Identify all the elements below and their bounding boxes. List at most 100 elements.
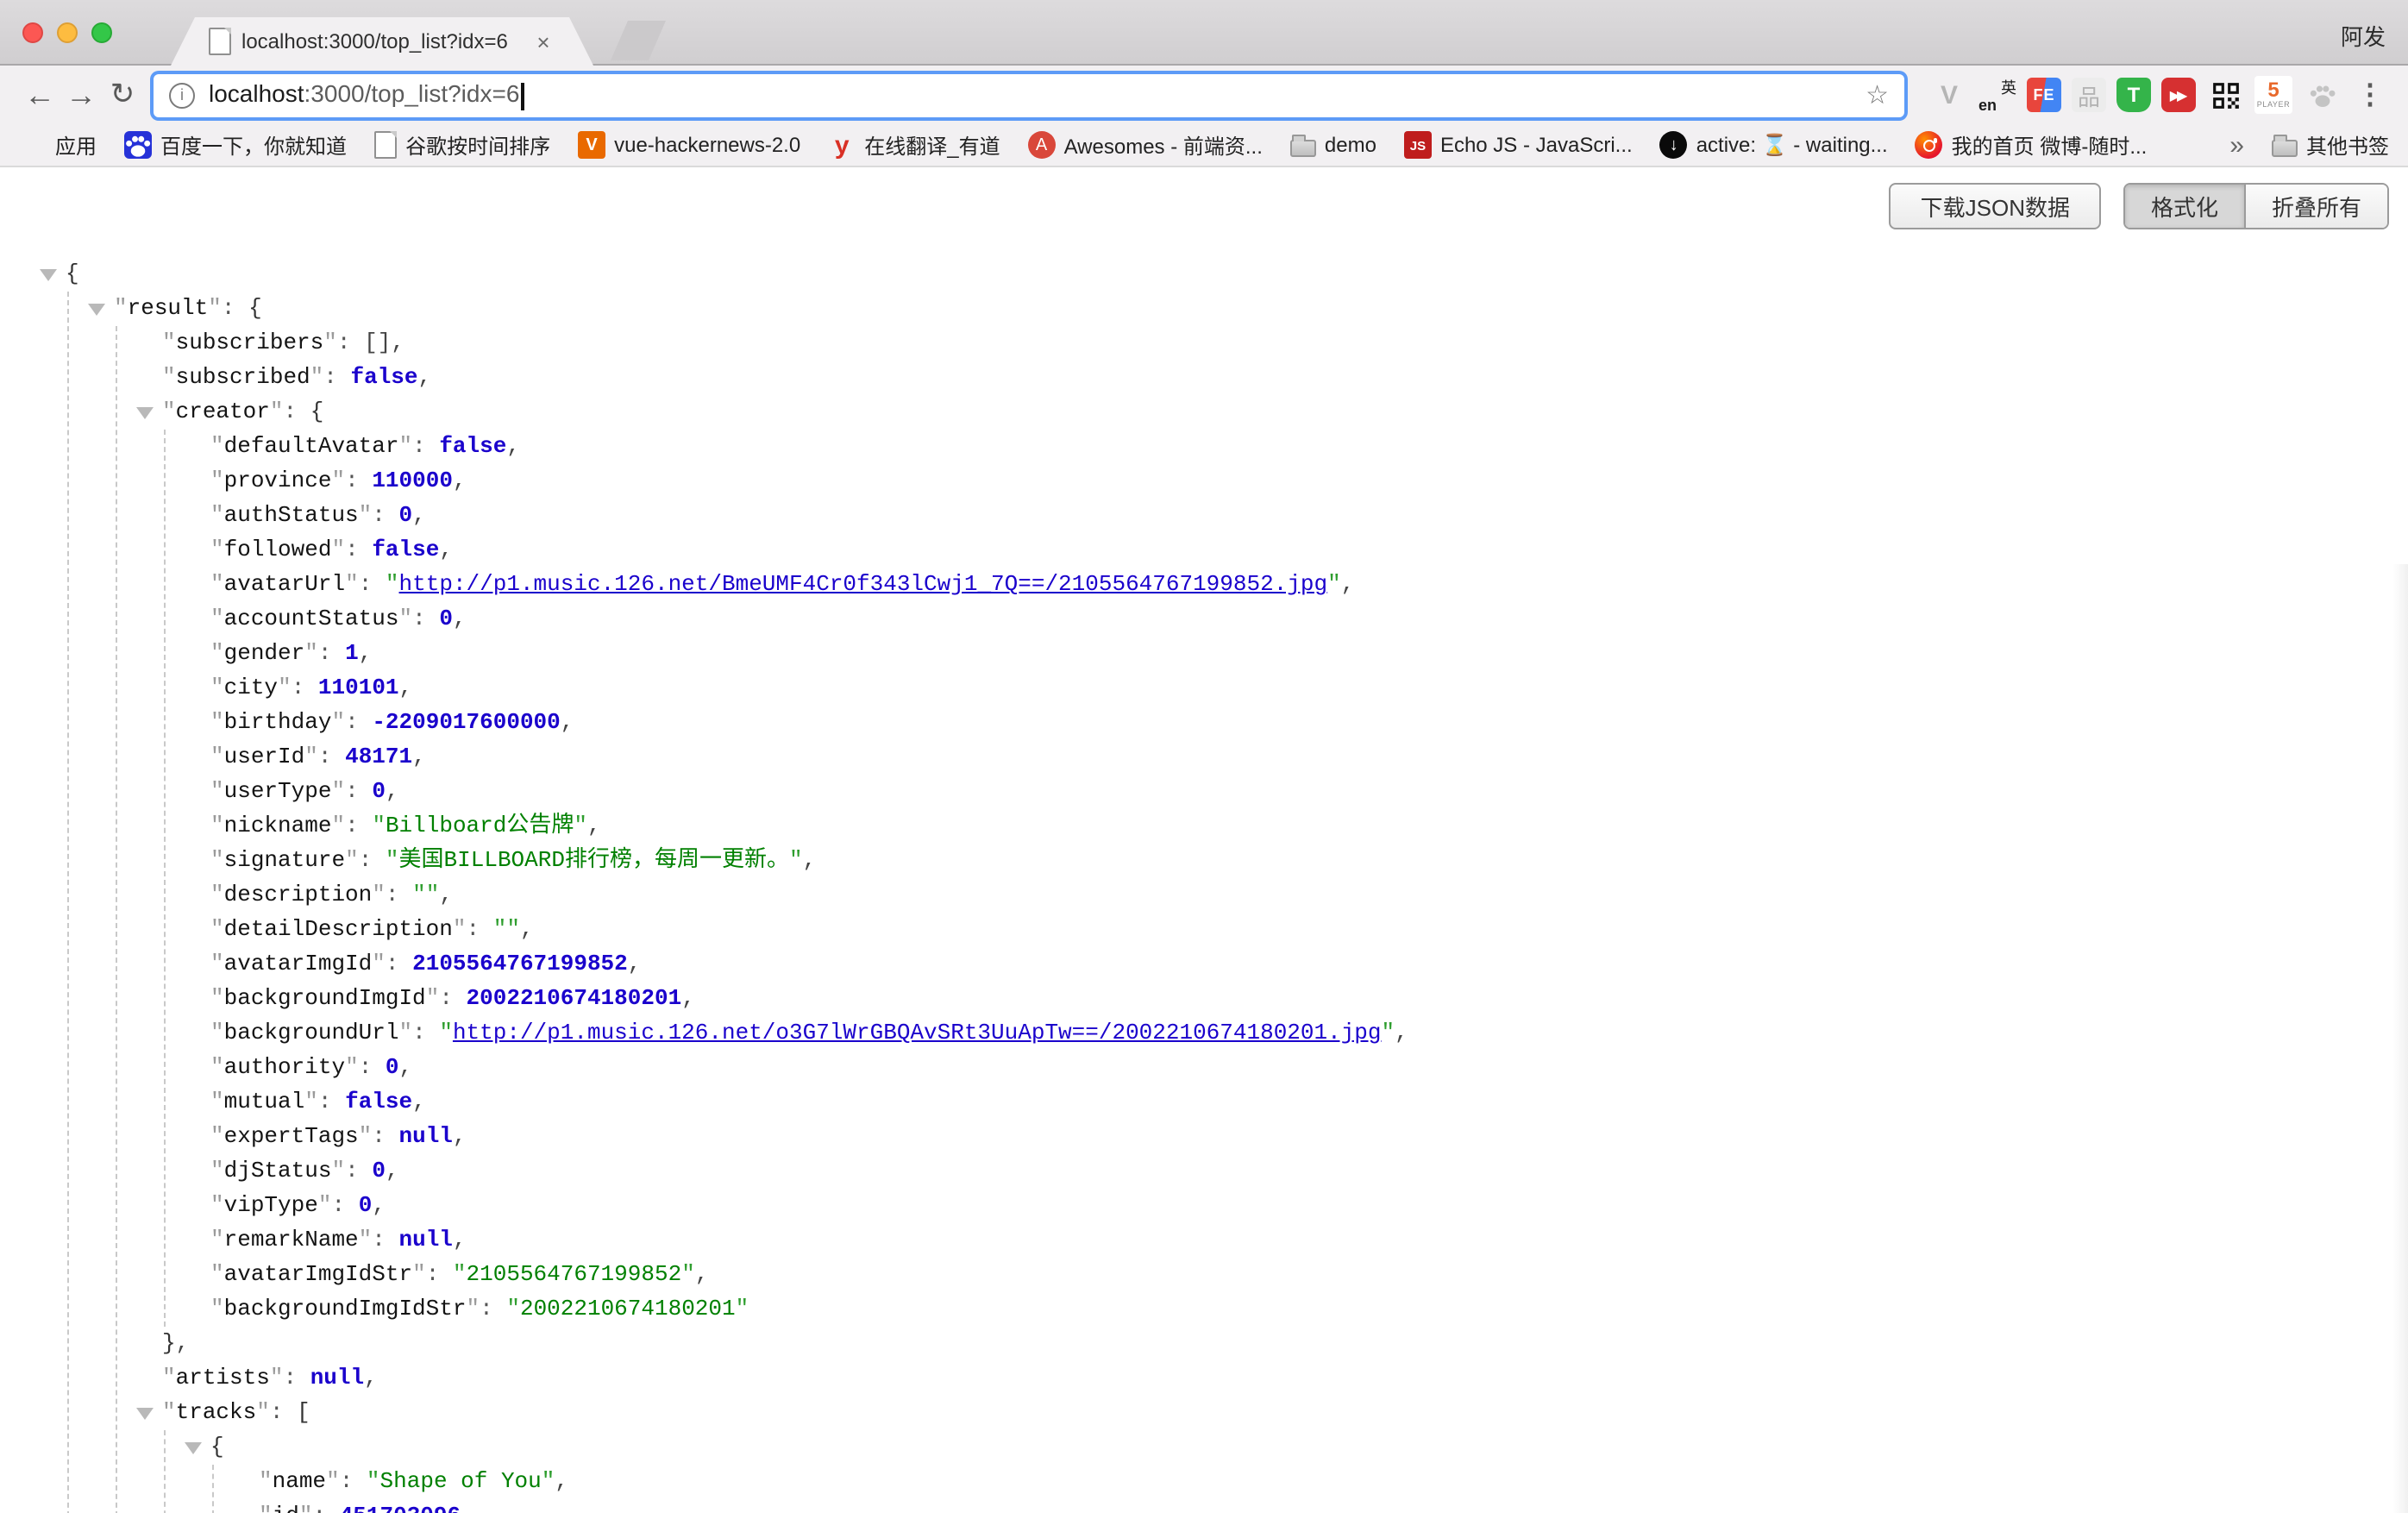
json-value: -2209017600000 — [372, 709, 560, 735]
json-link[interactable]: http://p1.music.126.net/BmeUMF4Cr0f343lC… — [399, 571, 1328, 597]
json-key: subscribers — [176, 330, 324, 355]
url-host: localhost — [209, 80, 304, 108]
qrcode-icon[interactable] — [2206, 76, 2244, 114]
collapse-all-button[interactable]: 折叠所有 — [2244, 185, 2387, 228]
json-token: " — [412, 882, 426, 907]
html5-player-icon[interactable] — [2254, 76, 2292, 114]
json-token: " — [210, 1054, 224, 1080]
json-token: : — [318, 640, 345, 666]
json-key: signature — [224, 847, 345, 873]
json-token: " — [323, 330, 337, 355]
json-token: : — [345, 778, 372, 804]
json-token: " — [270, 1365, 284, 1391]
tampermonkey-icon[interactable] — [2116, 78, 2151, 112]
bookmark-item-5[interactable]: Awesomes - 前端资... — [1028, 130, 1263, 160]
json-token: : — [340, 1468, 367, 1494]
translate-icon[interactable] — [1978, 76, 2016, 114]
json-key: expertTags — [224, 1123, 359, 1149]
bookmark-item-6[interactable]: demo — [1290, 133, 1376, 157]
close-window-button[interactable] — [22, 22, 43, 43]
json-value: 0 — [372, 778, 386, 804]
scrollbar[interactable] — [2392, 564, 2408, 1513]
collapse-arrow-icon[interactable] — [185, 1442, 202, 1454]
paw-icon[interactable] — [2303, 76, 2341, 114]
json-token: " — [210, 1296, 224, 1322]
json-key: userType — [224, 778, 332, 804]
json-key: avatarImgId — [224, 951, 373, 976]
profile-name[interactable]: 阿发 — [2341, 19, 2386, 52]
json-token: " — [398, 606, 412, 631]
json-token: , — [386, 1158, 399, 1183]
bookmark-star-icon[interactable] — [1866, 79, 1889, 110]
json-token: " — [210, 1089, 224, 1114]
page-info-icon[interactable] — [169, 82, 195, 108]
bookmark-item-9[interactable]: 我的首页 微博-随时... — [1916, 130, 2148, 160]
bookmark-label: demo — [1325, 133, 1376, 157]
collapse-arrow-icon[interactable] — [136, 1408, 154, 1420]
url-bar[interactable]: localhost:3000/top_list?idx=6 — [154, 73, 1904, 116]
json-token: : — [292, 675, 318, 700]
json-token: , — [359, 640, 373, 666]
json-link[interactable]: http://p1.music.126.net/o3G7lWrGBQAvSRt3… — [453, 1020, 1382, 1045]
bookmarks-overflow-chevron[interactable]: » — [2229, 130, 2244, 160]
bookmark-item-8[interactable]: active: ⌛ - waiting... — [1660, 131, 1888, 159]
zoom-window-button[interactable] — [91, 22, 112, 43]
vue-icon[interactable] — [1930, 76, 1968, 114]
download-json-button[interactable]: 下载JSON数据 — [1890, 183, 2101, 229]
browser-tab[interactable]: localhost:3000/top_list?idx=6 — [171, 17, 593, 66]
json-line: "followed": false, — [0, 533, 2408, 568]
json-line: "artists": null, — [0, 1361, 2408, 1396]
collapse-arrow-icon[interactable] — [88, 304, 105, 316]
new-tab-button[interactable] — [611, 21, 666, 60]
format-button[interactable]: 格式化 — [2125, 185, 2244, 228]
json-token: " — [331, 468, 345, 493]
extensions-row — [1930, 76, 2389, 114]
collapse-arrow-icon[interactable] — [40, 269, 57, 281]
bookmark-item-2[interactable]: 谷歌按时间排序 — [374, 130, 550, 160]
back-icon[interactable] — [19, 74, 60, 116]
json-key: gender — [224, 640, 305, 666]
json-token: " — [304, 640, 318, 666]
json-token: " — [210, 640, 224, 666]
json-key: nickname — [224, 813, 332, 838]
json-line: "name": "Shape of You", — [0, 1465, 2408, 1499]
json-token: { — [310, 399, 324, 424]
bookmark-item-1[interactable]: 百度一下，你就知道 — [124, 130, 347, 160]
speed-icon[interactable] — [2161, 78, 2196, 112]
sitemap-icon[interactable] — [2072, 78, 2106, 112]
json-value: 美国BILLBOARD排行榜，每周一更新。 — [399, 847, 789, 873]
page-favicon-icon — [209, 28, 231, 55]
browser-menu-icon[interactable] — [2351, 76, 2389, 114]
json-line: "expertTags": null, — [0, 1120, 2408, 1154]
json-token: : — [359, 847, 386, 873]
forward-icon[interactable] — [60, 74, 102, 116]
other-bookmarks[interactable]: 其他书签 — [2272, 130, 2389, 160]
json-token: { — [210, 1434, 224, 1460]
json-line: "backgroundImgIdStr": "2002210674180201" — [0, 1292, 2408, 1327]
json-token: : — [312, 1503, 339, 1513]
json-token: " — [359, 1227, 373, 1252]
json-token: " — [270, 399, 284, 424]
json-token: " — [736, 1296, 749, 1322]
json-token: : — [318, 744, 345, 769]
json-key: backgroundUrl — [224, 1020, 399, 1045]
json-token: , — [803, 847, 817, 873]
bookmark-item-3[interactable]: vue-hackernews-2.0 — [578, 131, 800, 159]
fe-icon[interactable] — [2027, 78, 2061, 112]
bookmark-item-0[interactable]: 应用 — [19, 130, 97, 160]
tab-close-icon[interactable] — [531, 29, 555, 53]
minimize-window-button[interactable] — [57, 22, 78, 43]
json-value: false — [345, 1089, 412, 1114]
json-children: {"name": "Shape of You","id": 451703096, — [0, 1430, 2408, 1513]
collapse-arrow-icon[interactable] — [136, 407, 154, 419]
json-token: " — [542, 1468, 555, 1494]
reload-icon[interactable] — [102, 74, 143, 116]
bookmark-item-7[interactable]: Echo JS - JavaScri... — [1404, 131, 1633, 159]
json-token: " — [259, 1468, 273, 1494]
json-value: null — [399, 1123, 453, 1149]
bookmark-item-4[interactable]: 在线翻译_有道 — [828, 130, 1000, 160]
json-token: " — [372, 951, 386, 976]
json-token: : — [372, 1123, 398, 1149]
json-token: : — [359, 1054, 386, 1080]
json-token: , — [561, 709, 574, 735]
